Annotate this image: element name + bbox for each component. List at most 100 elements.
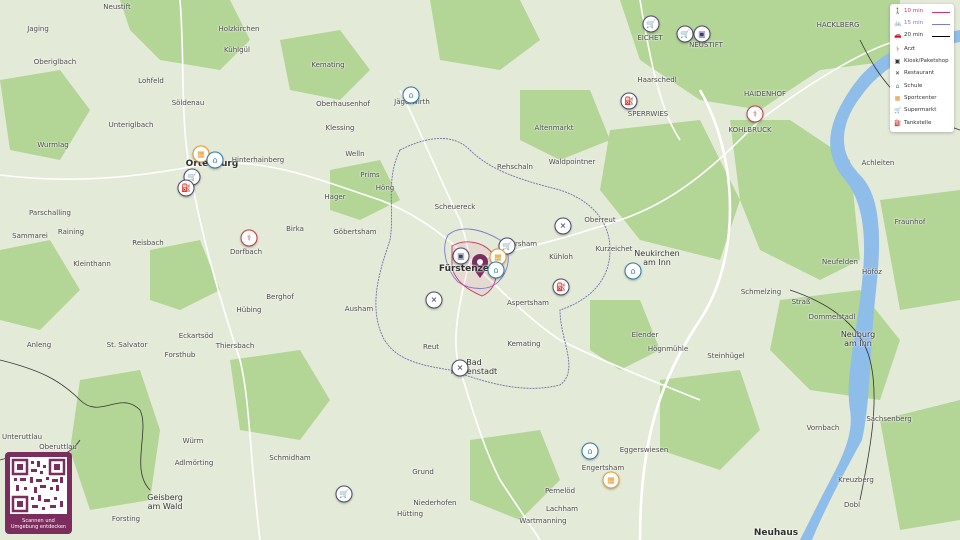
kiosk-icon: ▣ [894,57,901,65]
place-label: Kreuzberg [838,476,874,484]
place-label: Adlmörting [174,459,214,467]
gas-station-icon[interactable]: ⛽ [552,278,570,296]
place-label: Würm [182,437,204,445]
restaurant-icon[interactable]: ✕ [425,291,443,309]
place-label: Reisbach [132,239,164,247]
place-label: NEUSTIFT [689,41,723,49]
place-label: Oberiglbach [33,58,77,66]
legend-item-arzt[interactable]: ⚕ Arzt [894,44,915,54]
school-icon[interactable]: ⌂ [206,151,224,169]
qr-caption: Scannen und Umgebung entdecken [10,518,67,530]
place-label: Kühloh [549,253,573,261]
place-label: Höföz [862,268,882,276]
legend-line-10 [932,12,950,13]
place-label: SPERRWIES [627,110,669,118]
place-label: Kemating [507,340,541,348]
place-label: Vornbach [806,424,840,432]
place-label: Lachham [545,505,579,513]
gas-station-icon: ⛽ [894,119,902,127]
place-label: Kemating [311,61,345,69]
place-label: Kurzeichet [595,245,633,253]
legend-item-supermarkt[interactable]: 🛒 Supermarkt [894,105,936,115]
kiosk-icon[interactable]: ▣ [693,25,711,43]
place-label: Birka [286,225,304,233]
place-label: Hütting [396,510,424,518]
place-label: Haarschedl [637,76,677,84]
place-label: Unteriglbach [108,121,154,129]
place-label: Sachsenberg [866,415,912,423]
legend-iso-10[interactable]: 🚶 10 min [894,6,923,16]
legend-item-sport[interactable]: ▦ Sportcenter [894,93,937,103]
place-label: Schmidham [269,454,311,462]
gas-station-icon[interactable]: ⛽ [620,92,638,110]
supermarket-icon: 🛒 [894,106,902,114]
legend-line-20 [932,36,950,37]
place-label: Oberhausenhof [316,100,370,108]
place-label: Holzkirchen [218,25,260,33]
place-label: Waldpointner [548,158,596,166]
place-label: Kühlgül [224,46,250,54]
school-icon[interactable]: ⌂ [581,442,599,460]
legend-item-schule[interactable]: ⌂ Schule [894,81,923,91]
supermarket-icon[interactable]: 🛒 [335,485,353,503]
place-label: Neustift [103,3,131,11]
legend-item-restaurant[interactable]: ✕ Restaurant [894,68,934,78]
doctor-icon: ⚕ [895,45,900,53]
qr-code-panel[interactable]: Scannen und Umgebung entdecken [5,452,72,534]
doctor-icon[interactable]: ⚕ [240,229,258,247]
place-label: HACKLBERG [816,21,860,29]
place-label: Hinterhainberg [231,156,285,164]
supermarket-icon[interactable]: 🛒 [642,15,660,33]
place-label: Söldenau [171,99,205,107]
place-label: Wurmlag [37,141,69,149]
walk-icon: 🚶 [894,7,902,15]
restaurant-icon[interactable]: ✕ [554,217,572,235]
place-label: Sammarei [12,232,48,240]
school-icon[interactable]: ⌂ [487,261,505,279]
place-label: Dobl [843,501,861,509]
place-label: Dommelstadl [808,313,856,321]
bike-icon: 🚲 [894,19,902,27]
place-label: Forsting [111,515,141,523]
place-label: Unteruttlau [1,433,43,441]
place-label: St. Salvator [106,341,148,349]
place-label: Raining [57,228,85,236]
qr-code[interactable] [10,457,67,514]
supermarket-icon[interactable]: 🛒 [676,25,694,43]
place-label: KOHLBRUCK [728,126,772,134]
school-icon: ⌂ [895,82,900,90]
place-label: Klessing [325,124,355,132]
sport-center-icon[interactable]: ▦ [602,471,620,489]
place-label: Welln [345,150,365,158]
place-label: Neuhaus [753,528,799,538]
place-label: Irsham [512,240,538,248]
school-icon[interactable]: ⌂ [402,86,420,104]
kiosk-icon[interactable]: ▣ [452,247,470,265]
restaurant-icon[interactable]: ✕ [451,359,469,377]
legend-iso-20[interactable]: 🚗 20 min [894,30,923,40]
place-label: Forsthub [164,351,196,359]
place-label: Eggerswiesen [619,446,669,454]
doctor-icon[interactable]: ⚕ [746,105,764,123]
place-label: Niederhofen [413,499,457,507]
place-label: Oberuttlau [39,443,77,451]
place-label: Grund [412,468,434,476]
place-label: Högnmühle [647,345,689,353]
car-icon: 🚗 [894,31,902,39]
place-label: Elender [631,331,659,339]
place-label: Hager [324,193,346,201]
legend-iso-15[interactable]: 🚲 15 min [894,18,923,28]
place-label: Altenmarkt [534,124,574,132]
place-label: Dorfbach [229,248,263,256]
place-label: Kleinthann [73,260,111,268]
place-label: Wartmanning [519,517,567,525]
place-label: Geisberg am Wald [147,493,183,511]
gas-station-icon[interactable]: ⛽ [177,179,195,197]
place-label: Parschalling [28,209,72,217]
legend-item-kiosk[interactable]: ▣ Kiosk/Paketshop [894,56,949,66]
place-label: Höng [375,184,395,192]
legend-item-tankstelle[interactable]: ⛽ Tankstelle [894,118,931,128]
place-label: Schmelzing [740,288,782,296]
school-icon[interactable]: ⌂ [624,262,642,280]
place-label: Eckartsöd [178,332,214,340]
